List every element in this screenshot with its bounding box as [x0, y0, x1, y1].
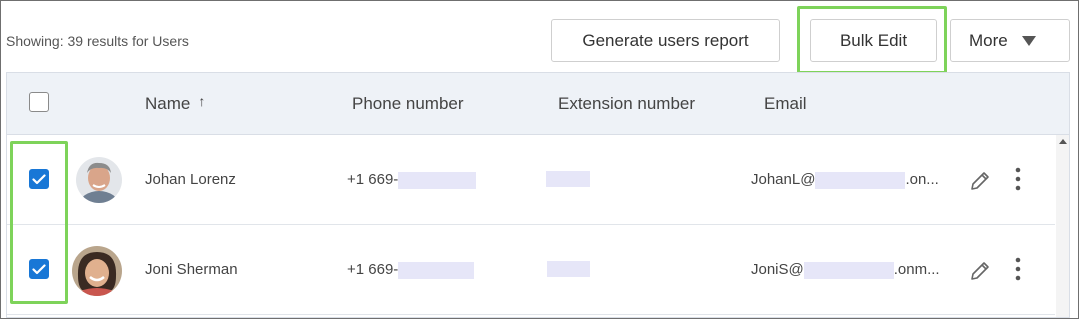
- avatar: [76, 157, 122, 203]
- user-email-suffix: .onm...: [893, 261, 940, 278]
- select-all-checkbox[interactable]: [29, 92, 49, 112]
- user-name[interactable]: Joni Sherman: [145, 261, 238, 278]
- table-row[interactable]: Joni Sherman +1 669- JoniS@ .onm...: [7, 225, 1055, 315]
- more-label: More: [969, 30, 1008, 50]
- redacted-block: [398, 171, 477, 189]
- user-email-suffix: .on...: [905, 171, 939, 188]
- user-phone: +1 669-: [347, 261, 475, 279]
- kebab-menu-icon[interactable]: [1011, 166, 1025, 194]
- column-header-phone[interactable]: Phone number: [352, 94, 464, 114]
- results-count: Showing: 39 results for Users: [6, 33, 189, 49]
- scroll-up-arrow-icon[interactable]: [1059, 139, 1067, 144]
- user-email: JohanL@ .on...: [751, 171, 939, 189]
- redacted-extension: [547, 261, 590, 277]
- user-phone: +1 669-: [347, 171, 477, 189]
- avatar: [72, 246, 122, 296]
- user-phone-prefix: +1 669-: [347, 171, 399, 188]
- pencil-icon[interactable]: [968, 259, 992, 283]
- column-header-name-label: Name: [145, 94, 191, 113]
- user-name[interactable]: Johan Lorenz: [145, 171, 236, 188]
- redacted-block: [803, 261, 894, 279]
- user-email-prefix: JoniS@: [751, 261, 804, 278]
- user-email-prefix: JohanL@: [751, 171, 816, 188]
- more-button[interactable]: More: [950, 19, 1070, 62]
- column-header-name[interactable]: Name ↑: [145, 93, 206, 114]
- redacted-extension: [546, 171, 590, 187]
- kebab-menu-icon[interactable]: [1011, 256, 1025, 284]
- users-table: Name ↑ Phone number Extension number Emai…: [6, 72, 1070, 318]
- redacted-block: [398, 261, 475, 279]
- column-header-extension[interactable]: Extension number: [558, 94, 695, 114]
- table-header: Name ↑ Phone number Extension number Emai…: [7, 73, 1069, 135]
- generate-users-report-button[interactable]: Generate users report: [551, 19, 780, 62]
- pencil-icon[interactable]: [968, 169, 992, 193]
- user-phone-prefix: +1 669-: [347, 261, 399, 278]
- column-header-email[interactable]: Email: [764, 94, 807, 114]
- caret-down-icon: [1021, 35, 1036, 46]
- redacted-block: [815, 171, 906, 189]
- arrow-up-icon: ↑: [198, 93, 206, 109]
- generate-users-report-label: Generate users report: [582, 30, 749, 50]
- bulk-edit-highlight: [797, 6, 947, 74]
- vertical-scrollbar[interactable]: [1056, 135, 1069, 317]
- checkbox-highlight: [10, 141, 68, 304]
- user-email: JoniS@ .onm...: [751, 261, 940, 279]
- table-row[interactable]: Johan Lorenz +1 669- JohanL@ .on...: [7, 135, 1055, 225]
